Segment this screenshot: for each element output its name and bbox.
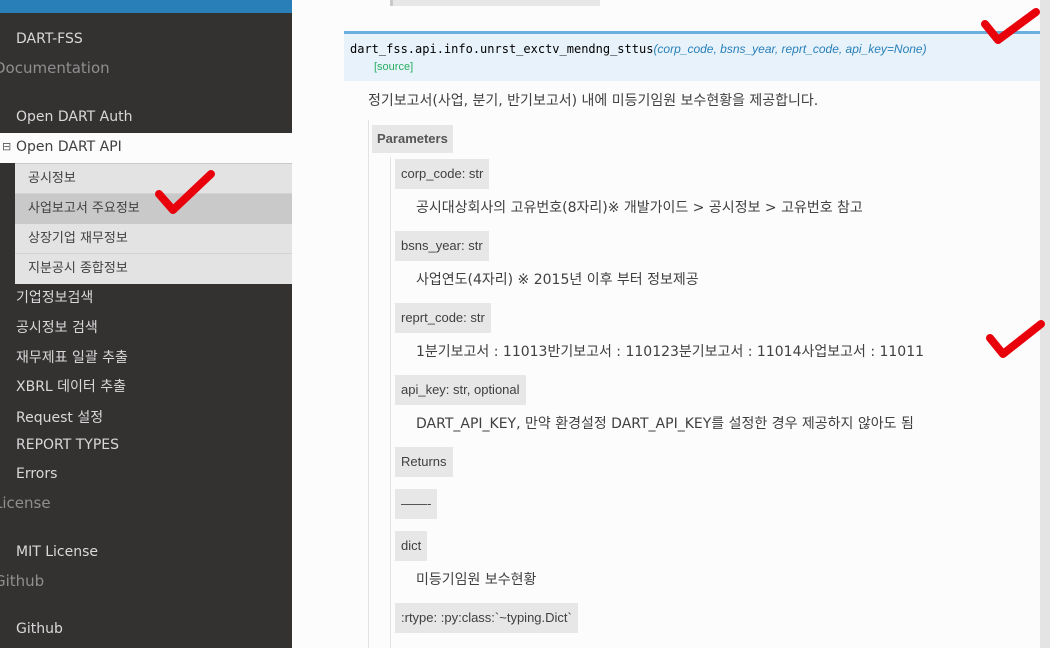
sidebar-item-request-settings[interactable]: Request 설정 bbox=[16, 407, 103, 427]
subnav-item-equity-disclosure[interactable]: 지분공시 종합정보 bbox=[15, 254, 292, 284]
sidebar-item-fs-extract[interactable]: 재무제표 일괄 추출 bbox=[16, 347, 128, 367]
collapse-icon[interactable]: ⊟ bbox=[2, 140, 11, 153]
param-name-corp-code: corp_code: str bbox=[395, 159, 490, 189]
param-desc-reprt-code: 1분기보고서 : 11013반기보고서 : 110123분기보고서 : 1101… bbox=[416, 344, 925, 360]
returns-label: Returns bbox=[395, 447, 453, 477]
caption-license: License bbox=[0, 494, 51, 512]
param-desc-bsns-year: 사업연도(4자리) ※ 2015년 이후 부터 정보제공 bbox=[416, 272, 699, 288]
subnav-item-disclosure[interactable]: 공시정보 bbox=[15, 164, 292, 194]
source-link[interactable]: [source] bbox=[374, 61, 413, 73]
sidebar-item-report-types[interactable]: REPORT TYPES bbox=[16, 437, 119, 453]
sidebar-item-open-dart-api[interactable]: ⊟ Open DART API bbox=[0, 133, 292, 163]
subnav: 공시정보 사업보고서 주요정보 상장기업 재무정보 지분공시 종합정보 bbox=[15, 163, 292, 284]
subnav-item-listed-financials[interactable]: 상장기업 재무정보 bbox=[15, 224, 292, 254]
sidebar-item-mit-license[interactable]: MIT License bbox=[16, 544, 98, 560]
caption-github: Github bbox=[0, 572, 45, 590]
red-checkmark-icon bbox=[981, 8, 1040, 44]
caption-documentation: Documentation bbox=[0, 59, 110, 77]
function-name: dart_fss.api.info.unrst_exctv_mendng_stt… bbox=[350, 42, 927, 56]
function-signature: dart_fss.api.info.unrst_exctv_mendng_stt… bbox=[344, 31, 1040, 81]
param-name-reprt-code: reprt_code: str bbox=[395, 303, 491, 333]
returns-divider: ——- bbox=[395, 489, 438, 519]
sidebar-item-github[interactable]: Github bbox=[16, 621, 63, 637]
sidebar-item-disclosure-search[interactable]: 공시정보 검색 bbox=[16, 317, 98, 337]
rtype-label: :rtype: :py:class:`~typing.Dict` bbox=[395, 603, 578, 633]
param-name-bsns-year: bsns_year: str bbox=[395, 231, 489, 261]
sidebar-item-open-dart-auth[interactable]: Open DART Auth bbox=[16, 109, 132, 125]
project-title-link[interactable]: DART-FSS bbox=[16, 31, 83, 47]
function-params: (corp_code, bsns_year, reprt_code, api_k… bbox=[653, 42, 927, 56]
red-checkmark-icon bbox=[155, 170, 215, 214]
return-desc: 미등기임원 보수현황 bbox=[416, 572, 537, 588]
sidebar-item-errors[interactable]: Errors bbox=[16, 466, 57, 482]
param-name-api-key: api_key: str, optional bbox=[395, 375, 526, 405]
main-content: dart_fss.api.info.unrst_exctv_mendng_stt… bbox=[292, 0, 1050, 648]
function-description: 정기보고서(사업, 분기, 반기보고서) 내에 미등기임원 보수현황을 제공합니… bbox=[368, 93, 819, 109]
sidebar-item-company-search[interactable]: 기업정보검색 bbox=[16, 287, 93, 307]
return-type-dict: dict bbox=[395, 531, 428, 561]
subnav-item-business-report[interactable]: 사업보고서 주요정보 bbox=[15, 194, 292, 224]
param-desc-corp-code: 공시대상회사의 고유번호(8자리)※ 개발가이드 > 공시정보 > 고유번호 참… bbox=[416, 200, 863, 216]
sidebar-item-label: Open DART API bbox=[16, 139, 122, 155]
function-path: dart_fss.api.info.unrst_exctv_mendng_stt… bbox=[350, 42, 654, 56]
previous-block-stub bbox=[390, 0, 600, 6]
sidebar-top-bar bbox=[0, 0, 292, 13]
param-desc-api-key: DART_API_KEY, 만약 환경설정 DART_API_KEY를 설정한 … bbox=[416, 416, 914, 432]
parameters-label: Parameters bbox=[372, 125, 453, 153]
sidebar: DART-FSS Documentation Open DART Auth ⊟ … bbox=[0, 0, 292, 648]
red-checkmark-icon bbox=[986, 320, 1045, 358]
sidebar-item-xbrl-extract[interactable]: XBRL 데이터 추출 bbox=[16, 376, 126, 396]
